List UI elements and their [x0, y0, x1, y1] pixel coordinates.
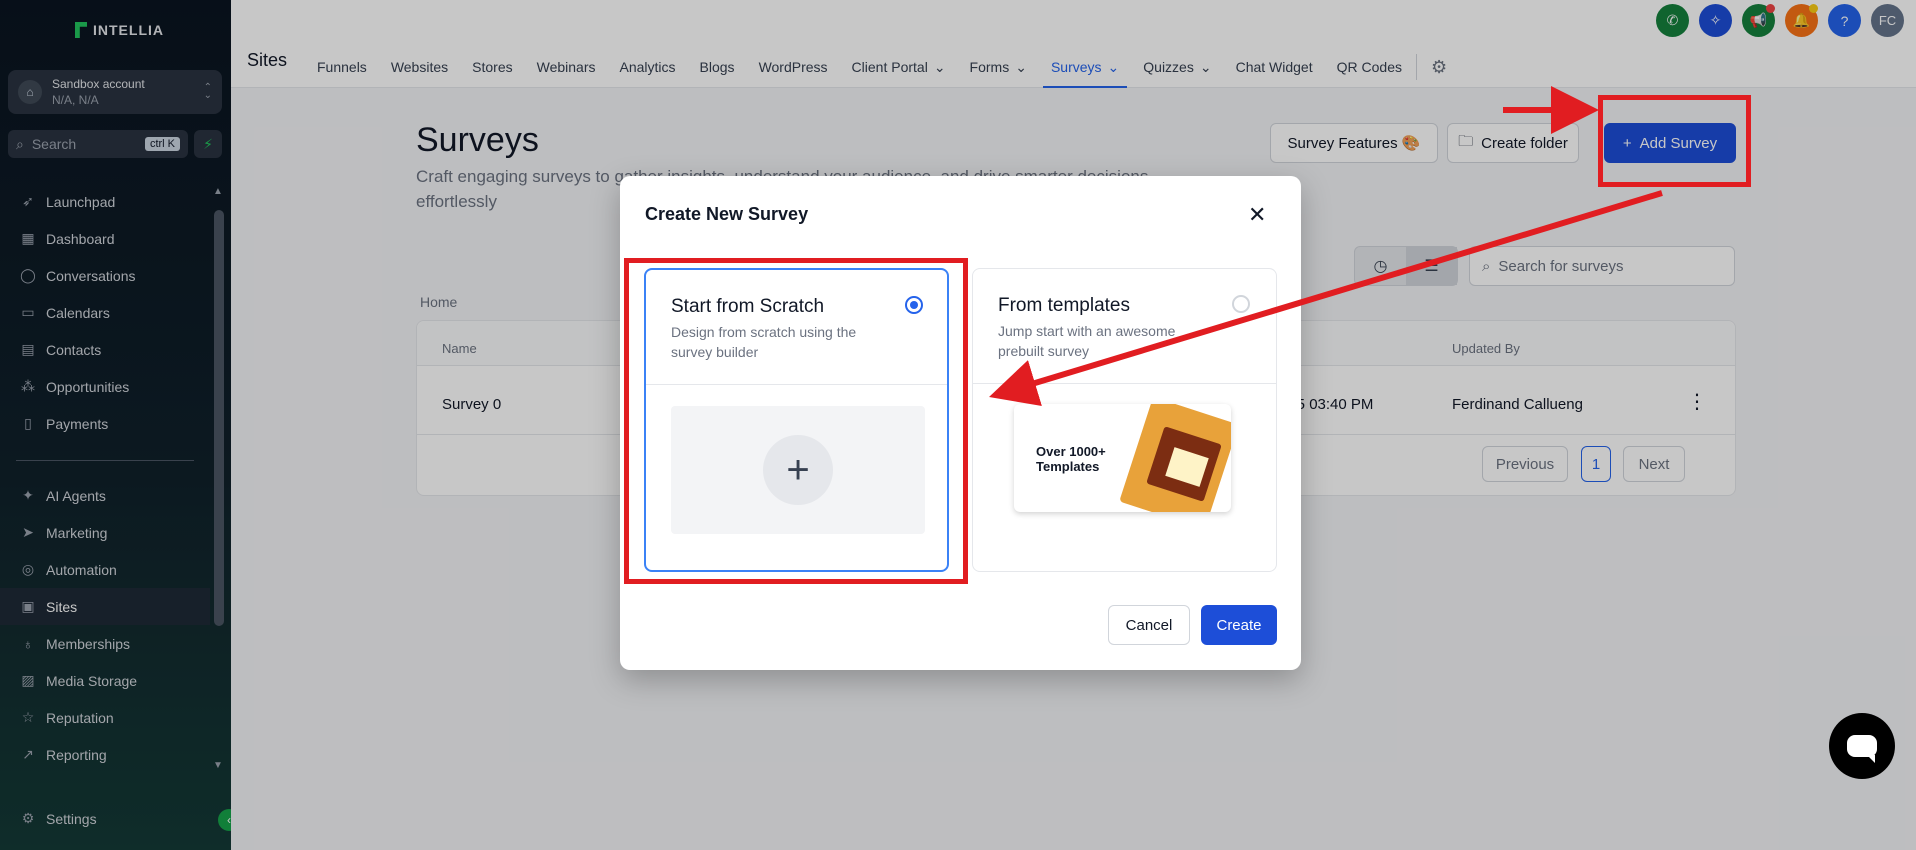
annotation-arrow-diagonal — [989, 190, 1663, 407]
chat-bubble-icon — [1847, 735, 1877, 763]
annotation-arrows — [989, 86, 1663, 407]
chat-widget-button[interactable] — [1829, 713, 1895, 779]
